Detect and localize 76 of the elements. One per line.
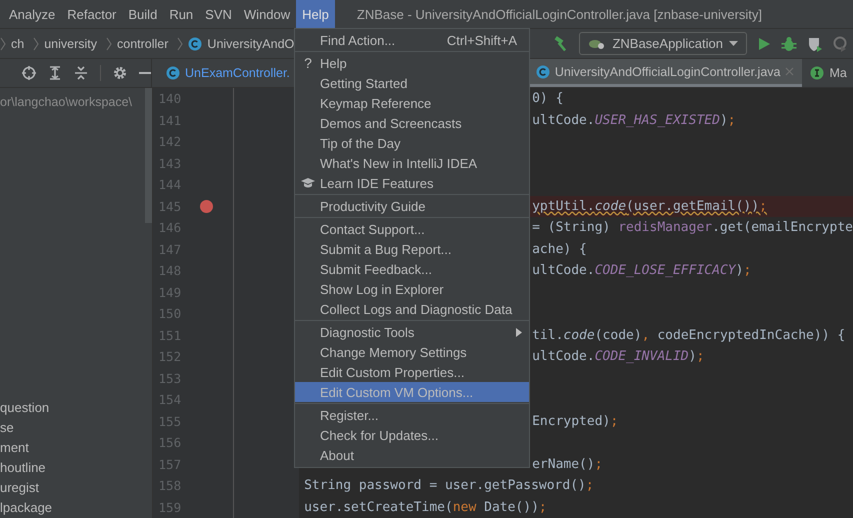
menu-item[interactable]: Tip of the Day bbox=[295, 133, 529, 153]
menu-bar-item[interactable]: SVN bbox=[199, 0, 238, 28]
tree-item[interactable]: houtline bbox=[0, 458, 152, 478]
collapse-all-icon[interactable] bbox=[74, 66, 88, 80]
editor-tab[interactable]: Ma bbox=[802, 59, 853, 87]
menu-item[interactable]: Edit Custom Properties... bbox=[295, 362, 529, 382]
code-line: user.setCreateTime(new Date()); bbox=[304, 500, 547, 515]
menu-bar-item[interactable]: Window bbox=[238, 0, 296, 28]
project-path: or\langchao\workspace\ bbox=[0, 94, 134, 109]
menu-bar-item[interactable]: Help bbox=[296, 0, 335, 28]
profiler-icon[interactable] bbox=[833, 36, 847, 52]
menu-bar-item[interactable]: Run bbox=[163, 0, 200, 28]
settings-icon[interactable] bbox=[113, 66, 127, 80]
crosshair-icon[interactable] bbox=[22, 66, 36, 80]
menu-item[interactable]: Productivity Guide bbox=[295, 196, 529, 216]
interface-icon bbox=[810, 66, 824, 80]
menu-item[interactable]: Learn IDE Features bbox=[295, 173, 529, 193]
spring-icon bbox=[588, 38, 606, 50]
menu-item[interactable]: Collect Logs and Diagnostic Data bbox=[295, 299, 529, 319]
chevron-icon bbox=[33, 36, 40, 50]
graduation-cap-icon bbox=[301, 177, 315, 189]
menu-item[interactable]: Show Log in Explorer bbox=[295, 279, 529, 299]
expand-all-icon[interactable] bbox=[48, 66, 62, 80]
editor-tab[interactable]: UnExamController. bbox=[158, 59, 298, 87]
minimize-icon[interactable] bbox=[139, 71, 151, 75]
class-icon bbox=[166, 66, 180, 80]
breadcrumb[interactable]: university bbox=[44, 36, 101, 50]
code-line: 0) { bbox=[532, 91, 564, 106]
breakpoint-dot[interactable] bbox=[200, 200, 213, 213]
code-line: ache) { bbox=[532, 242, 587, 257]
question-mark-icon: ? bbox=[304, 55, 312, 71]
menu-item[interactable]: Demos and Screencasts bbox=[295, 113, 529, 133]
menu-item[interactable]: ? Help bbox=[295, 53, 529, 73]
code-line: til.code(code), codeEncryptedInCache)) { bbox=[532, 328, 846, 343]
menu-item[interactable]: Check for Updates... bbox=[295, 425, 529, 445]
breadcrumb[interactable]: ch bbox=[11, 36, 28, 50]
editor-tab[interactable]: UniversityAndOfficialLoginController.java bbox=[528, 59, 802, 87]
class-icon bbox=[188, 36, 202, 50]
menu-bar-item[interactable]: Refactor bbox=[61, 0, 122, 28]
menu-item[interactable]: About bbox=[295, 445, 529, 465]
code-line: Encrypted); bbox=[532, 414, 618, 429]
tree-item[interactable]: uregist bbox=[0, 478, 152, 498]
class-icon bbox=[536, 64, 550, 78]
code-line: ultCode.CODE_LOSE_EFFICACY); bbox=[532, 263, 752, 278]
code-line: yptUtil.code(user.getEmail()); bbox=[532, 198, 767, 214]
menu-item[interactable]: Contact Support... bbox=[295, 219, 529, 239]
chevron-icon bbox=[106, 36, 112, 50]
scrollbar[interactable] bbox=[145, 88, 152, 223]
chevron-icon bbox=[0, 36, 6, 50]
menu-bar-item[interactable]: Build bbox=[122, 0, 164, 28]
menu-item[interactable]: Keymap Reference bbox=[295, 93, 529, 113]
coverage-icon[interactable] bbox=[807, 36, 823, 52]
menu-bar-item[interactable]: Analyze bbox=[3, 0, 62, 28]
chevron-icon bbox=[177, 36, 184, 50]
code-line: ultCode.CODE_INVALID); bbox=[532, 349, 704, 364]
tree-item[interactable]: question bbox=[0, 398, 152, 418]
window-title: ZNBase - UniversityAndOfficialLoginController.java [znbase-university] bbox=[356, 6, 762, 22]
code-line: erName(); bbox=[532, 456, 603, 472]
run-icon[interactable] bbox=[757, 36, 771, 50]
menu-item[interactable]: Change Memory Settings bbox=[295, 342, 529, 362]
code-line: String password = user.getPassword(); bbox=[304, 478, 594, 494]
code-line: = (String) redisManager.get(emailEncrypte bbox=[532, 220, 853, 236]
tree-item[interactable]: lpackage bbox=[0, 498, 152, 518]
breadcrumb[interactable]: controller bbox=[117, 36, 172, 50]
tree-item[interactable]: ment bbox=[0, 438, 152, 458]
run-configuration-dropdown[interactable]: ZNBaseApplication bbox=[579, 32, 747, 55]
caret-icon bbox=[729, 40, 738, 46]
menu-item[interactable]: What's New in IntelliJ IDEA bbox=[295, 153, 529, 173]
menu-item[interactable]: Register... bbox=[295, 405, 529, 425]
menu-item[interactable]: Getting Started bbox=[295, 73, 529, 93]
bug-icon[interactable] bbox=[781, 36, 797, 52]
menu-item[interactable]: Submit Feedback... bbox=[295, 259, 529, 279]
menu-item[interactable]: Diagnostic Tools bbox=[295, 322, 529, 342]
code-line: ultCode.USER_HAS_EXISTED); bbox=[532, 112, 736, 128]
tree-item[interactable]: se bbox=[0, 418, 152, 438]
menu-item[interactable]: Submit a Bug Report... bbox=[295, 239, 529, 259]
